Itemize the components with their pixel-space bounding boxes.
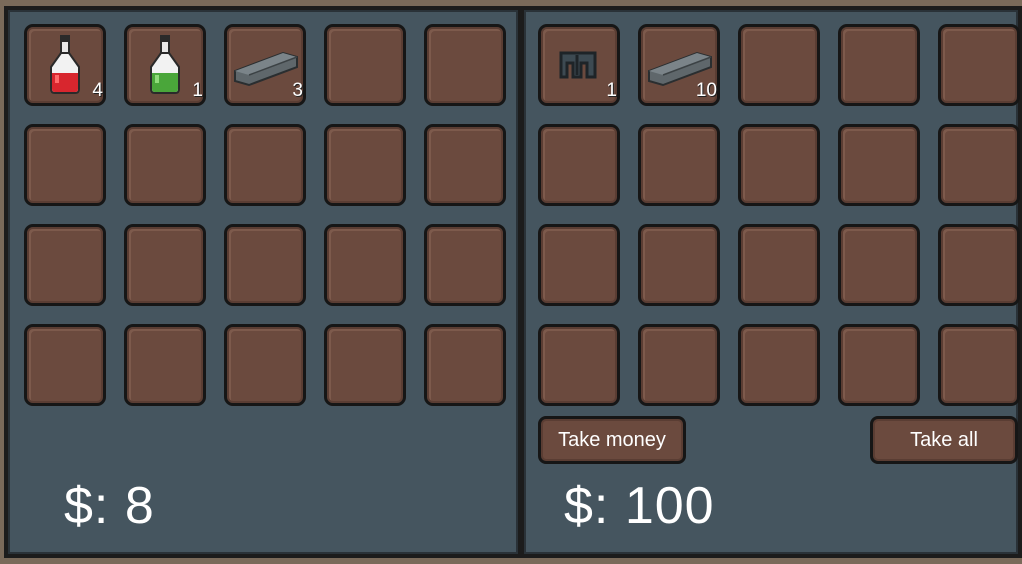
inventory-slot[interactable] — [738, 24, 820, 106]
item-count: 10 — [695, 80, 717, 101]
item-count: 1 — [192, 80, 203, 101]
inventory-slot[interactable] — [738, 124, 820, 206]
inventory-slot[interactable] — [124, 124, 206, 206]
inventory-slot[interactable] — [838, 24, 920, 106]
item-count: 1 — [606, 80, 617, 101]
inventory-slot[interactable] — [838, 124, 920, 206]
container-money: $: 100 — [564, 477, 715, 535]
inventory-slot[interactable] — [938, 224, 1020, 306]
take-all-button[interactable]: Take all — [870, 416, 1018, 464]
inventory-slot[interactable] — [424, 24, 506, 106]
inventory-slot[interactable]: 10 — [638, 24, 720, 106]
inventory-slot[interactable] — [224, 224, 306, 306]
inventory-slot[interactable] — [224, 324, 306, 406]
inventory-slot[interactable]: 1 — [538, 24, 620, 106]
inventory-slot[interactable]: 1 — [124, 24, 206, 106]
item-count: 4 — [92, 80, 103, 101]
inventory-slot[interactable] — [324, 24, 406, 106]
inventory-slot[interactable] — [938, 124, 1020, 206]
inventory-slot[interactable] — [738, 224, 820, 306]
container-inventory-grid: 1 10 — [538, 24, 1020, 406]
inventory-slot[interactable] — [538, 224, 620, 306]
inventory-slot[interactable] — [638, 124, 720, 206]
inventory-slot[interactable] — [538, 124, 620, 206]
inventory-slot[interactable] — [938, 24, 1020, 106]
inventory-slot[interactable] — [224, 124, 306, 206]
inventory-slot[interactable] — [838, 324, 920, 406]
inventory-slot[interactable] — [638, 324, 720, 406]
inventory-slot[interactable] — [424, 324, 506, 406]
inventory-slot[interactable]: 4 — [24, 24, 106, 106]
item-count: 3 — [292, 80, 303, 101]
inventory-slot[interactable] — [324, 124, 406, 206]
player-money: $: 8 — [64, 477, 155, 535]
container-inventory-panel: 1 10 Take money Take all $: 100 — [520, 6, 1022, 558]
player-inventory-grid: 4 1 3 — [24, 24, 506, 406]
inventory-slot[interactable] — [424, 124, 506, 206]
take-money-button[interactable]: Take money — [538, 416, 686, 464]
inventory-slot[interactable] — [124, 324, 206, 406]
inventory-slot[interactable] — [324, 224, 406, 306]
inventory-slot[interactable] — [538, 324, 620, 406]
inventory-slot[interactable] — [124, 224, 206, 306]
inventory-slot[interactable] — [324, 324, 406, 406]
inventory-slot[interactable] — [738, 324, 820, 406]
inventory-slot[interactable] — [24, 224, 106, 306]
inventory-slot[interactable] — [424, 224, 506, 306]
inventory-slot[interactable] — [638, 224, 720, 306]
player-inventory-panel: 4 1 3 $: 8 — [4, 6, 522, 558]
inventory-slot[interactable] — [838, 224, 920, 306]
inventory-slot[interactable]: 3 — [224, 24, 306, 106]
inventory-slot[interactable] — [938, 324, 1020, 406]
inventory-slot[interactable] — [24, 124, 106, 206]
inventory-slot[interactable] — [24, 324, 106, 406]
